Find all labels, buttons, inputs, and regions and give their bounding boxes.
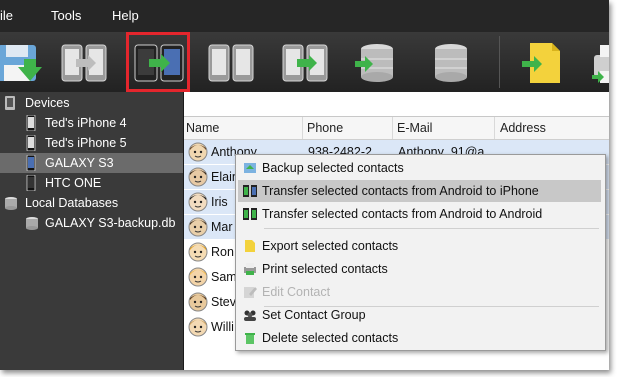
toolbar-transfer-button[interactable] — [56, 35, 112, 89]
menu-separator — [264, 228, 599, 229]
database-file-icon — [26, 217, 38, 230]
menu-file[interactable]: ile — [0, 8, 13, 23]
toolbar-phones-button[interactable] — [203, 35, 259, 89]
avatar-icon — [188, 167, 208, 187]
android-to-iphone-icon — [134, 44, 184, 82]
contact-name: Mar — [211, 220, 233, 234]
avatar-icon — [188, 267, 208, 287]
avatar-icon — [188, 142, 208, 162]
print-icon — [244, 263, 256, 275]
contact-name: Sam — [211, 270, 237, 284]
menu-item-edit-contact[interactable]: Edit Contact — [238, 281, 601, 303]
android-phone-icon — [26, 175, 36, 191]
menu-item-transfer-android-to-android[interactable]: Transfer selected contacts from Android … — [238, 203, 601, 225]
table-header: Name Phone E-Mail Address — [184, 117, 609, 140]
avatar-icon — [188, 242, 208, 262]
column-header-email[interactable]: E-Mail — [397, 121, 432, 135]
export-file-icon — [522, 43, 560, 83]
menu-item-set-contact-group[interactable]: Set Contact Group — [238, 304, 601, 326]
column-divider — [494, 117, 495, 139]
avatar-icon — [188, 317, 208, 337]
column-divider — [392, 117, 393, 139]
menu-item-label: Transfer selected contacts from Android … — [262, 207, 543, 221]
app-window: ile Tools Help Devices Ted's iPhone 4 Te… — [0, 0, 609, 370]
path-bar — [184, 92, 609, 117]
print-icon — [592, 45, 609, 83]
menu-item-label: Delete selected contacts — [262, 331, 399, 345]
menu-item-backup[interactable]: Backup selected contacts — [238, 157, 601, 179]
column-divider — [302, 117, 303, 139]
toolbar-android-to-iphone-button[interactable] — [126, 32, 190, 92]
devices-label: Devices — [25, 96, 70, 110]
menu-tools[interactable]: Tools — [51, 8, 81, 23]
database-icon — [5, 197, 17, 210]
menu-item-label: Backup selected contacts — [262, 161, 404, 175]
android-to-iphone-icon — [243, 185, 257, 197]
edit-icon — [244, 287, 257, 298]
menu-help[interactable]: Help — [112, 8, 139, 23]
menu-item-delete[interactable]: Delete selected contacts — [238, 327, 601, 349]
sidebar-item-galaxy-s3-backup[interactable]: GALAXY S3-backup.db — [0, 213, 183, 233]
column-header-name[interactable]: Name — [186, 121, 219, 135]
contact-name: Willi — [211, 320, 234, 334]
transfer-android-icon — [282, 44, 328, 82]
save-icon — [0, 45, 42, 81]
menu-item-label: Print selected contacts — [262, 262, 388, 276]
toolbar-transfer-android-button[interactable] — [277, 35, 333, 89]
menu-item-label: Export selected contacts — [262, 239, 399, 253]
iphone-icon — [26, 115, 36, 131]
toolbar-save-button[interactable] — [0, 35, 42, 89]
toolbar-database-import-button[interactable] — [349, 35, 405, 89]
phones-icon — [208, 44, 254, 82]
export-icon — [245, 240, 255, 252]
toolbar-separator — [499, 36, 500, 88]
avatar-icon — [188, 217, 208, 237]
sidebar-item-galaxy-s3[interactable]: GALAXY S3 — [0, 153, 183, 173]
database-icon — [435, 44, 467, 82]
contact-name: Ron — [211, 245, 234, 259]
menu-item-label: Edit Contact — [262, 285, 331, 299]
backup-icon — [244, 163, 256, 173]
menu-item-label: Transfer selected contacts from Android … — [262, 184, 539, 198]
sidebar-item-label: HTC ONE — [45, 176, 102, 190]
column-header-phone[interactable]: Phone — [307, 121, 343, 135]
column-header-address[interactable]: Address — [500, 121, 546, 135]
sidebar-item-label: GALAXY S3-backup.db — [45, 216, 176, 230]
sidebar-item-label: Ted's iPhone 5 — [45, 136, 127, 150]
local-databases-label: Local Databases — [25, 196, 119, 210]
android-phone-icon — [26, 155, 36, 171]
android-to-android-icon — [243, 208, 257, 220]
tree-devices-header[interactable]: Devices — [0, 93, 183, 113]
sidebar-item-htc-one[interactable]: HTC ONE — [0, 173, 183, 193]
devices-icon — [5, 96, 15, 110]
toolbar — [0, 32, 609, 92]
contact-name: Stev — [211, 295, 237, 309]
sidebar-item-teds-iphone-5[interactable]: Ted's iPhone 5 — [0, 133, 183, 153]
group-icon — [244, 310, 256, 321]
database-import-icon — [355, 44, 393, 82]
transfer-icon — [61, 44, 107, 82]
menu-item-transfer-android-to-iphone[interactable]: Transfer selected contacts from Android … — [238, 180, 601, 202]
menu-item-label: Set Contact Group — [262, 308, 366, 322]
menu-item-export[interactable]: Export selected contacts — [238, 235, 601, 257]
sidebar-tree: Devices Ted's iPhone 4 Ted's iPhone 5 GA… — [0, 92, 184, 370]
avatar-icon — [188, 192, 208, 212]
contact-name: Iris — [211, 195, 228, 209]
toolbar-print-button[interactable] — [584, 35, 609, 89]
avatar-icon — [188, 292, 208, 312]
toolbar-export-button[interactable] — [512, 35, 568, 89]
delete-icon — [245, 333, 255, 344]
sidebar-item-teds-iphone-4[interactable]: Ted's iPhone 4 — [0, 113, 183, 133]
sidebar-item-label: GALAXY S3 — [45, 156, 114, 170]
menu-item-print[interactable]: Print selected contacts — [238, 258, 601, 280]
toolbar-database-button[interactable] — [423, 35, 479, 89]
iphone-icon — [26, 135, 36, 151]
menu-bar: ile Tools Help — [0, 0, 609, 32]
sidebar-item-label: Ted's iPhone 4 — [45, 116, 127, 130]
context-menu: Backup selected contacts Transfer select… — [235, 154, 606, 351]
tree-local-databases-header[interactable]: Local Databases — [0, 193, 183, 213]
